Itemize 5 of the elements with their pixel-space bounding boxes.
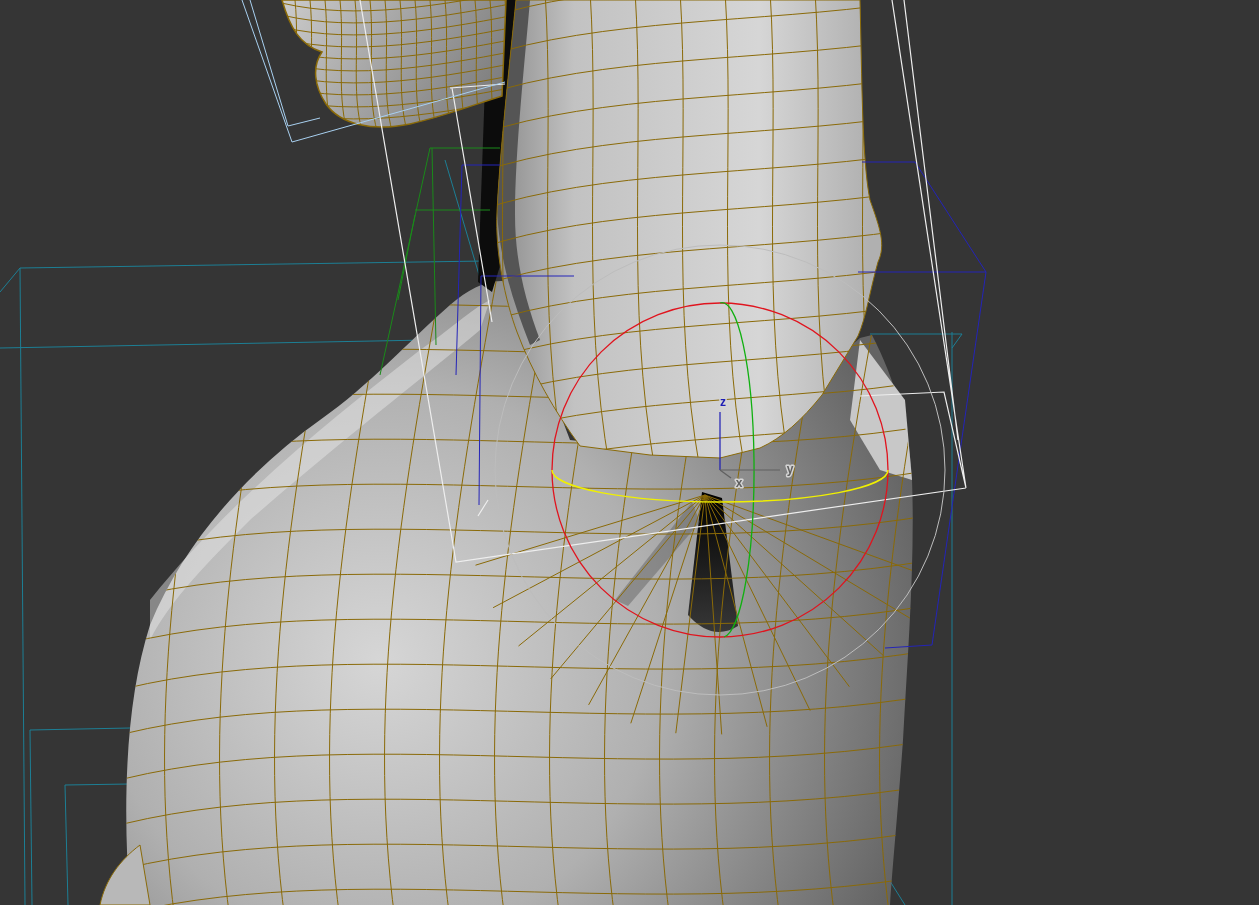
axis-label: y bbox=[786, 462, 794, 476]
rotation-ring[interactable] bbox=[551, 302, 889, 638]
hand-mesh bbox=[99, 844, 151, 905]
rotation-ring[interactable] bbox=[719, 302, 755, 638]
rotation-ring[interactable] bbox=[494, 244, 946, 696]
